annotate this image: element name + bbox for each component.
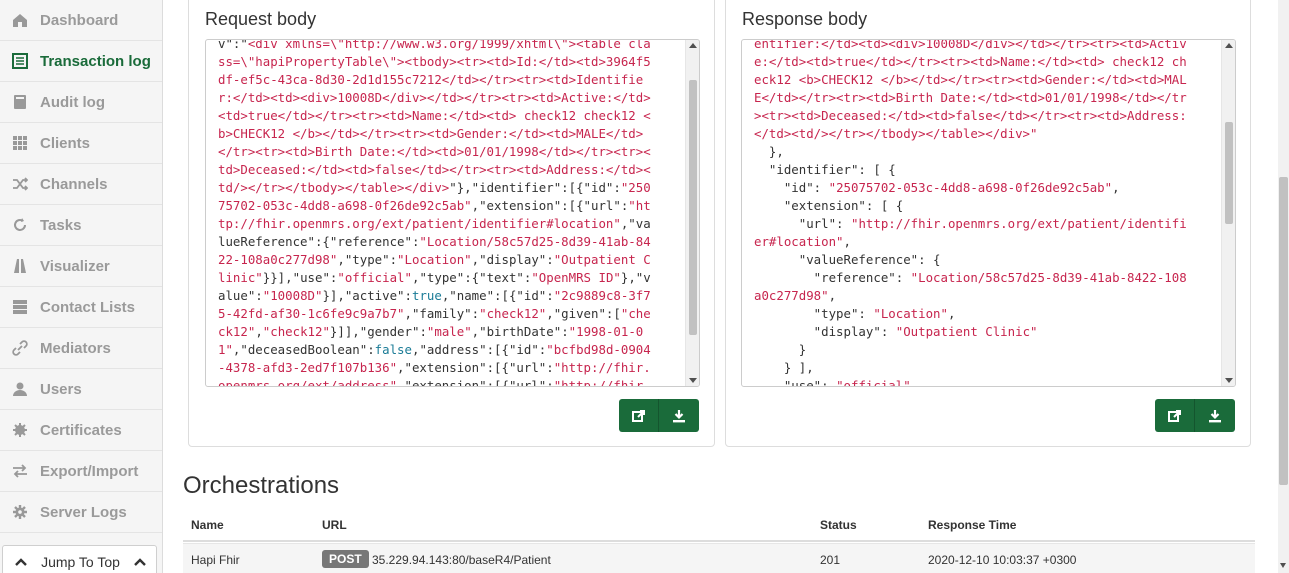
response-actions (1155, 399, 1235, 432)
orchestration-response-time: 2020-12-10 10:03:37 +0300 (928, 553, 1077, 567)
page-scroll-thumb[interactable] (1279, 177, 1288, 485)
refresh-icon (12, 217, 28, 233)
sidebar-item-audit-log[interactable]: Audit log (0, 82, 162, 123)
orchestration-name: Hapi Fhir (191, 553, 240, 567)
sidebar-item-clients[interactable]: Clients (0, 123, 162, 164)
download-button[interactable] (659, 399, 699, 432)
sidebar-item-label: Certificates (40, 421, 122, 439)
transfer-icon (12, 463, 28, 479)
chevron-up-icon (134, 558, 146, 566)
certificate-icon (12, 422, 28, 438)
column-header-url[interactable]: URL (322, 518, 347, 532)
request-actions (619, 399, 699, 432)
road-icon (12, 258, 28, 274)
grid-icon (12, 135, 28, 151)
jump-to-top-button[interactable]: Jump To Top (2, 545, 157, 573)
scroll-up-icon[interactable] (1225, 43, 1233, 48)
jump-to-top-label: Jump To Top (41, 554, 120, 570)
method-badge: POST (322, 550, 369, 568)
sidebar-item-label: Mediators (40, 339, 111, 357)
open-external-button[interactable] (1155, 399, 1195, 432)
response-body-title: Response body (742, 9, 868, 29)
scroll-down-icon[interactable] (689, 378, 697, 383)
external-link-icon (631, 409, 645, 422)
chevron-up-icon (15, 558, 27, 566)
response-body-code[interactable]: entifier:</td><td><div>10008D</div></td>… (741, 39, 1236, 387)
orchestration-status: 201 (820, 553, 841, 567)
shuffle-icon (12, 176, 28, 192)
sidebar: Dashboard Transaction log Audit log Clients… (0, 0, 163, 573)
page-scrollbar[interactable] (1278, 0, 1289, 573)
download-button[interactable] (1195, 399, 1235, 432)
sidebar-item-label: Export/Import (40, 462, 139, 480)
user-icon (12, 381, 28, 397)
sidebar-item-server-logs[interactable]: Server Logs (0, 492, 162, 533)
sidebar-item-label: Tasks (40, 216, 82, 234)
scroll-thumb[interactable] (1225, 122, 1233, 224)
sidebar-item-label: Users (40, 380, 82, 398)
orchestrations-title: Orchestrations (183, 472, 340, 499)
sidebar-item-label: Contact Lists (40, 298, 136, 316)
sidebar-item-visualizer[interactable]: Visualizer (0, 246, 162, 287)
sidebar-item-label: Server Logs (40, 503, 127, 521)
sidebar-item-certificates[interactable]: Certificates (0, 410, 162, 451)
server-icon (12, 299, 28, 315)
book-icon (12, 94, 28, 110)
sidebar-item-channels[interactable]: Channels (0, 164, 162, 205)
sidebar-item-dashboard[interactable]: Dashboard (0, 0, 162, 41)
sidebar-item-label: Channels (40, 175, 108, 193)
orchestration-url: 35.229.94.143:80/baseR4/Patient (372, 553, 551, 567)
response-panel: Response body entifier:</td><td><div>100… (725, 0, 1251, 447)
orchestrations-table-header: Name URL Status Response Time (183, 510, 1255, 542)
external-link-icon (1167, 409, 1181, 422)
table-row[interactable]: Hapi Fhir POST 35.229.94.143:80/baseR4/P… (183, 543, 1255, 573)
response-body-text: entifier:</td><td><div>10008D</div></td>… (754, 39, 1187, 387)
download-icon (673, 409, 685, 422)
sidebar-item-tasks[interactable]: Tasks (0, 205, 162, 246)
sidebar-item-contact-lists[interactable]: Contact Lists (0, 287, 162, 328)
request-panel: Request body v":"<div xmlns=\"http://www… (188, 0, 715, 447)
request-body-title: Request body (205, 9, 317, 29)
column-header-name[interactable]: Name (191, 518, 224, 532)
column-header-response-time[interactable]: Response Time (928, 518, 1016, 532)
download-icon (1209, 409, 1221, 422)
scroll-thumb[interactable] (689, 80, 697, 335)
column-header-status[interactable]: Status (820, 518, 857, 532)
request-body-code[interactable]: v":"<div xmlns=\"http://www.w3.org/1999/… (205, 39, 700, 387)
scroll-down-icon[interactable] (1280, 563, 1286, 568)
scroll-up-icon[interactable] (689, 43, 697, 48)
scroll-down-icon[interactable] (1225, 378, 1233, 383)
gear-icon (12, 504, 28, 520)
request-scrollbar[interactable] (685, 40, 699, 386)
response-scrollbar[interactable] (1221, 40, 1235, 386)
sidebar-item-label: Visualizer (40, 257, 110, 275)
home-icon (12, 12, 28, 28)
list-icon (12, 53, 28, 69)
sidebar-item-label: Transaction log (40, 52, 151, 70)
sidebar-item-mediators[interactable]: Mediators (0, 328, 162, 369)
sidebar-item-label: Audit log (40, 93, 105, 111)
open-external-button[interactable] (619, 399, 659, 432)
link-icon (12, 340, 28, 356)
sidebar-item-users[interactable]: Users (0, 369, 162, 410)
sidebar-item-label: Clients (40, 134, 91, 152)
sidebar-item-export-import[interactable]: Export/Import (0, 451, 162, 492)
sidebar-item-transaction-log[interactable]: Transaction log (0, 41, 162, 82)
sidebar-item-label: Dashboard (40, 11, 119, 29)
request-body-text: v":"<div xmlns=\"http://www.w3.org/1999/… (218, 39, 651, 387)
